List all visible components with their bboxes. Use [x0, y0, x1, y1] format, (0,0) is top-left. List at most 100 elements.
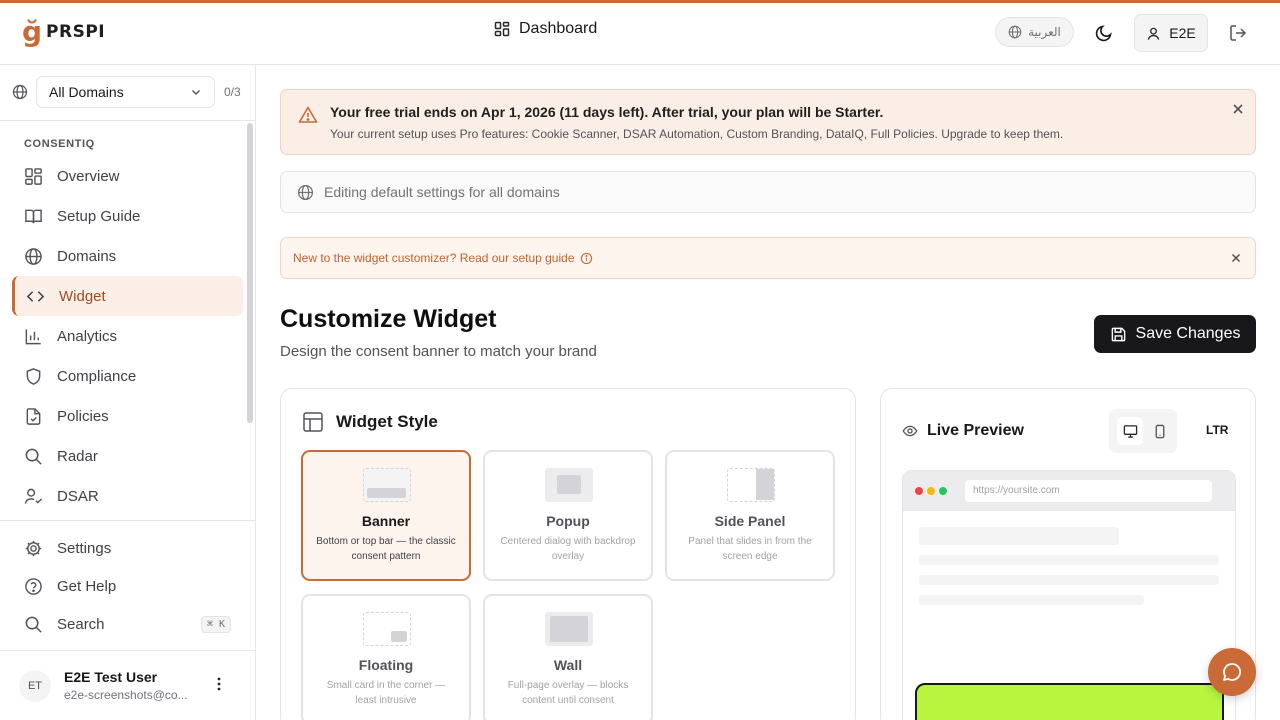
language-switch-button[interactable]: العربية — [995, 17, 1074, 47]
desktop-view-button[interactable] — [1117, 417, 1143, 445]
style-option-desc: Panel that slides in from the screen edg… — [688, 536, 812, 562]
sidebar-item-label: Setup Guide — [57, 207, 141, 225]
header-title: Dashboard — [519, 20, 598, 37]
eye-icon — [902, 425, 918, 437]
sidebar-item-setup-guide[interactable]: Setup Guide — [12, 196, 243, 236]
code-icon — [26, 290, 45, 302]
sidebar-item-widget[interactable]: Widget — [12, 276, 243, 316]
language-label: العربية — [1028, 25, 1061, 39]
browser-toolbar: https://yoursite.com — [903, 471, 1235, 511]
style-option-name: Wall — [553, 657, 583, 673]
save-changes-label: Save Changes — [1135, 325, 1241, 342]
close-icon[interactable] — [1230, 252, 1242, 264]
setup-guide-link[interactable]: New to the widget customizer? Read our s… — [293, 251, 575, 265]
logo-mark: ğ — [22, 15, 43, 48]
user-menu-button[interactable]: E2E — [1134, 14, 1208, 52]
user-name: E2E Test User — [64, 669, 158, 685]
style-option-name: Floating — [358, 657, 414, 673]
help-circle-icon — [25, 577, 42, 595]
chat-bubble-icon — [1223, 663, 1241, 681]
sidebar-item-label: Settings — [57, 539, 112, 557]
domain-selector-row: All Domains 0/3 — [0, 65, 255, 121]
text-direction-toggle[interactable]: LTR — [1206, 423, 1228, 437]
save-changes-button[interactable]: Save Changes — [1094, 315, 1256, 353]
style-option-desc: Small card in the corner — least intrusi… — [326, 680, 446, 706]
page-subtitle: Design the consent banner to match your … — [280, 343, 597, 360]
more-vertical-icon[interactable] — [210, 675, 228, 693]
style-option-desc: Bottom or top bar — the classic consent … — [316, 536, 456, 562]
window-maximize-dot — [939, 487, 947, 495]
side-panel-preview-icon — [727, 468, 775, 502]
style-option-banner[interactable]: Banner Bottom or top bar — the classic c… — [301, 450, 471, 581]
sidebar-divider — [0, 520, 255, 521]
placeholder-line — [919, 595, 1144, 605]
globe-icon — [12, 84, 28, 100]
user-short-label: E2E — [1169, 25, 1196, 41]
domain-select-value: All Domains — [49, 84, 124, 100]
chat-support-button[interactable] — [1208, 648, 1256, 696]
logout-icon — [1230, 25, 1247, 41]
moon-icon — [1095, 25, 1112, 42]
style-option-desc: Centered dialog with backdrop overlay — [500, 536, 636, 562]
avatar: ET — [19, 670, 51, 702]
browser-url-bar: https://yoursite.com — [965, 480, 1212, 502]
sidebar-item-get-help[interactable]: Get Help — [12, 566, 243, 606]
sidebar-item-radar[interactable]: Radar — [12, 436, 243, 476]
consent-banner-preview — [915, 683, 1224, 720]
editing-default-notice: Editing default settings for all domains — [280, 171, 1256, 213]
sidebar-item-dsar[interactable]: DSAR — [12, 476, 243, 516]
user-profile-row[interactable]: ET E2E Test User e2e-screenshots@co... — [0, 650, 255, 720]
logout-button[interactable] — [1227, 22, 1249, 44]
wall-preview-icon — [545, 612, 593, 646]
trial-alert: Your free trial ends on Apr 1, 2026 (11 … — [280, 89, 1256, 155]
theme-toggle-button[interactable] — [1092, 21, 1116, 45]
setup-guide-notice[interactable]: New to the widget customizer? Read our s… — [280, 237, 1256, 279]
sidebar-item-label: Domains — [57, 247, 117, 265]
gear-icon — [25, 540, 42, 556]
domain-select[interactable]: All Domains — [36, 76, 215, 108]
trial-subtitle: Your current setup uses Pro features: Co… — [330, 127, 1064, 141]
dashboard-icon — [494, 21, 510, 37]
user-check-icon — [24, 488, 43, 504]
sidebar-item-search[interactable]: Search ⌘ K — [12, 604, 243, 644]
smartphone-icon — [1155, 424, 1165, 438]
sidebar-item-label: DSAR — [57, 487, 99, 505]
floating-preview-icon — [363, 612, 411, 646]
sidebar-item-label: Overview — [57, 167, 120, 185]
globe-icon — [1008, 25, 1022, 39]
nav-section-label: CONSENTIQ — [24, 138, 95, 150]
user-icon — [1147, 27, 1160, 40]
page-title: Customize Widget — [280, 305, 497, 333]
popup-preview-icon — [545, 468, 593, 502]
close-icon[interactable] — [1231, 102, 1245, 116]
logo-text: PRSPI — [46, 22, 106, 42]
grid-icon — [25, 167, 42, 185]
file-check-icon — [26, 407, 41, 425]
sidebar-item-compliance[interactable]: Compliance — [12, 356, 243, 396]
warning-icon — [298, 106, 318, 123]
sidebar-item-overview[interactable]: Overview — [12, 156, 243, 196]
brand-logo[interactable]: ğ PRSPI — [22, 15, 105, 49]
widget-style-heading: Widget Style — [302, 411, 438, 433]
bar-chart-icon — [25, 328, 41, 344]
globe-icon — [25, 247, 42, 265]
window-close-dot — [915, 487, 923, 495]
sidebar-item-settings[interactable]: Settings — [12, 528, 243, 568]
banner-preview-icon — [363, 468, 411, 502]
style-option-popup[interactable]: Popup Centered dialog with backdrop over… — [483, 450, 653, 581]
widget-style-card: Widget Style Banner Bottom or top bar — … — [280, 388, 856, 720]
placeholder-line — [919, 555, 1219, 565]
style-option-side-panel[interactable]: Side Panel Panel that slides in from the… — [665, 450, 835, 581]
style-option-wall[interactable]: Wall Full-page overlay — blocks content … — [483, 594, 653, 720]
shield-icon — [26, 367, 41, 385]
sidebar-item-policies[interactable]: Policies — [12, 396, 243, 436]
chevron-down-icon — [192, 90, 200, 95]
sidebar-scrollbar[interactable] — [247, 123, 253, 423]
window-minimize-dot — [927, 487, 935, 495]
layout-icon — [303, 412, 323, 432]
sidebar-item-analytics[interactable]: Analytics — [12, 316, 243, 356]
sidebar-item-domains[interactable]: Domains — [12, 236, 243, 276]
mobile-view-button[interactable] — [1147, 417, 1173, 445]
style-option-floating[interactable]: Floating Small card in the corner — leas… — [301, 594, 471, 720]
sidebar-item-label: Analytics — [57, 327, 118, 345]
